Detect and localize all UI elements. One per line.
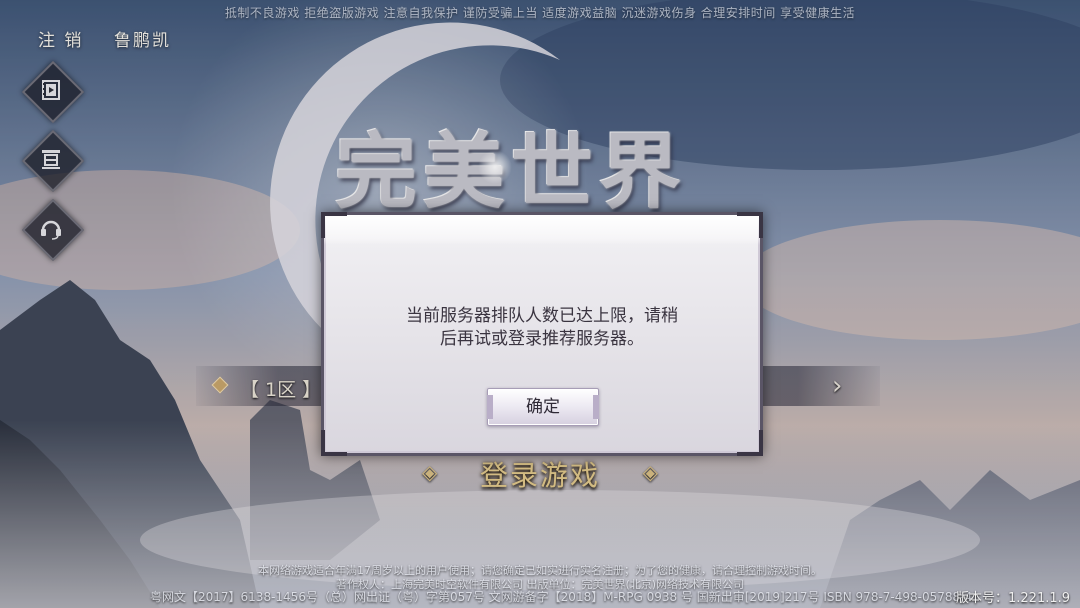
dialog-header-shine [324,215,760,245]
dialog-message-line-2: 后再试或登录推荐服务器。 [440,329,644,349]
dialog-corner-ornament [737,212,763,238]
queue-limit-dialog: 当前服务器排队人数已达上限，请稍 后再试或登录推荐服务器。 确定 [321,212,763,456]
footer-license: 粤网文【2017】6138-1456号（总）网出证（粤）字第057号 文网游备字… [150,590,973,604]
dialog-message-line-1: 当前服务器排队人数已达上限，请稍 [406,306,678,326]
version-number: 版本号：1.221.1.9 [956,591,1071,606]
dialog-corner-ornament [737,430,763,456]
dialog-corner-ornament [321,212,347,238]
dialog-message: 当前服务器排队人数已达上限，请稍 后再试或登录推荐服务器。 [364,305,720,351]
confirm-button[interactable]: 确定 [487,388,599,426]
dialog-corner-ornament [321,430,347,456]
